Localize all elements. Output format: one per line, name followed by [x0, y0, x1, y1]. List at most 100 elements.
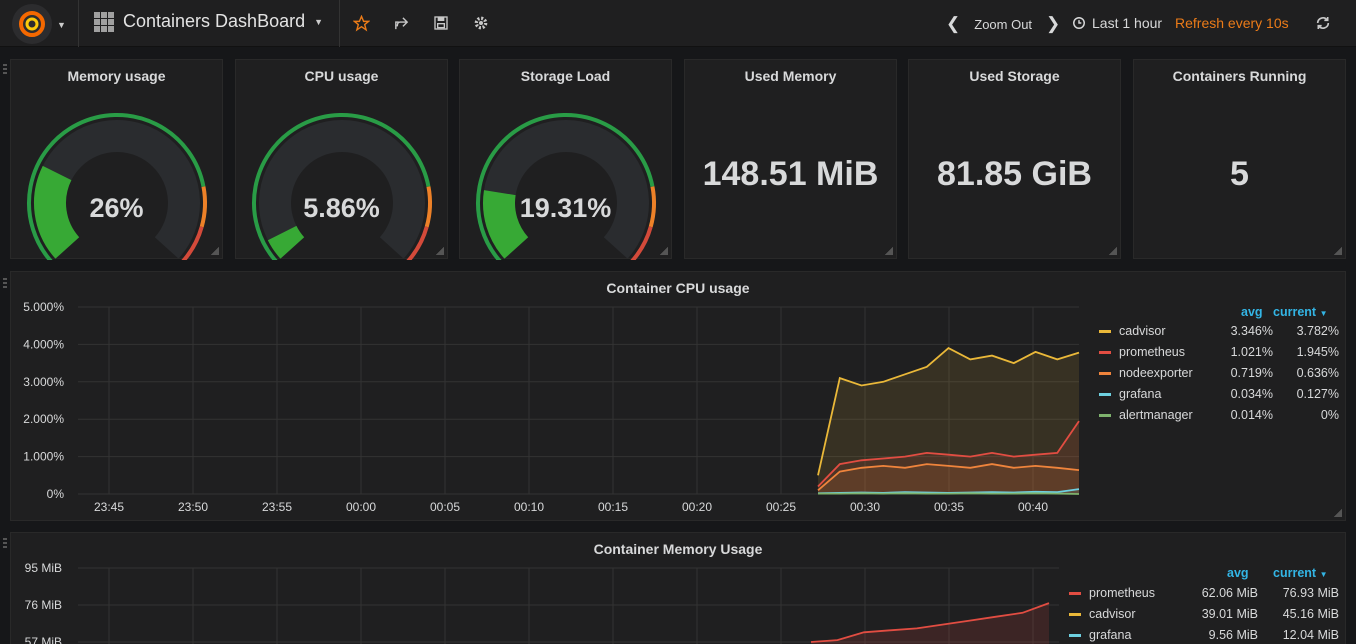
- resize-handle[interactable]: [1334, 247, 1342, 255]
- legend-swatch: [1069, 613, 1081, 616]
- legend-avg-header[interactable]: avg: [1241, 305, 1263, 319]
- legend-swatch: [1099, 393, 1111, 396]
- legend-item[interactable]: nodeexporter 0.719% 0.636%: [1099, 363, 1339, 384]
- x-tick-label: 23:50: [178, 500, 208, 514]
- legend-avg-header[interactable]: avg: [1227, 566, 1249, 580]
- grafana-logo-icon[interactable]: [12, 4, 52, 44]
- gauge: [252, 113, 432, 260]
- zoom-out-button[interactable]: Zoom Out: [974, 17, 1032, 32]
- legend-avg-value: 1.021%: [1230, 345, 1273, 359]
- time-range-label: Last 1 hour: [1092, 15, 1163, 31]
- legend-current-header[interactable]: current ▼: [1273, 566, 1327, 580]
- legend-item[interactable]: prometheus 62.06 MiB 76.93 MiB: [1069, 583, 1339, 604]
- memory-legend: prometheus 62.06 MiB 76.93 MiB cadvisor …: [1069, 583, 1339, 644]
- cpu-legend: cadvisor 3.346% 3.782% prometheus 1.021%…: [1099, 321, 1339, 431]
- refresh-icon[interactable]: [1313, 13, 1333, 33]
- divider: [78, 0, 79, 47]
- legend-item[interactable]: cadvisor 39.01 MiB 45.16 MiB: [1069, 604, 1339, 625]
- container-memory-usage-panel: Container Memory Usage 95 MiB 76 MiB 57 Mi…: [10, 532, 1346, 644]
- legend-swatch: [1099, 372, 1111, 375]
- legend-item[interactable]: cadvisor 3.346% 3.782%: [1099, 321, 1339, 342]
- storage-load-panel: Storage Load 19.31%: [459, 59, 672, 260]
- resize-handle[interactable]: [660, 247, 668, 255]
- legend-current-value: 3.782%: [1296, 324, 1339, 338]
- legend-series-name: alertmanager: [1119, 408, 1193, 422]
- legend-item[interactable]: alertmanager 0.014% 0%: [1099, 405, 1339, 426]
- legend-item[interactable]: grafana 9.56 MiB 12.04 MiB: [1069, 625, 1339, 644]
- x-tick-label: 00:10: [514, 500, 544, 514]
- legend-current-header[interactable]: current ▼: [1273, 305, 1327, 319]
- panel-title: Used Storage: [969, 68, 1060, 84]
- row-handle[interactable]: [3, 538, 7, 552]
- legend-swatch: [1099, 351, 1111, 354]
- caret-down-icon: ▼: [1319, 570, 1328, 579]
- x-tick-label: 23:55: [262, 500, 292, 514]
- legend-avg-value: 0.034%: [1230, 387, 1273, 401]
- chevron-right-icon[interactable]: ❯: [1046, 14, 1060, 34]
- divider: [339, 0, 340, 47]
- cpu-line-chart[interactable]: 5.000% 4.000% 3.000% 2.000% 1.000% 0% 23:45 23:…: [11, 272, 1091, 522]
- legend-current-value: 0.127%: [1296, 387, 1339, 401]
- panel-title: Containers Running: [1172, 68, 1307, 84]
- legend-item[interactable]: grafana 0.034% 0.127%: [1099, 384, 1339, 405]
- x-tick-label: 00:00: [346, 500, 376, 514]
- resize-handle[interactable]: [1109, 247, 1117, 255]
- legend-avg-value: 3.346%: [1230, 324, 1273, 338]
- resize-handle[interactable]: [885, 247, 893, 255]
- container-cpu-usage-panel: Container CPU usage 5.000% 4.000% 3.000% 2.…: [10, 271, 1346, 521]
- legend-avg-value: 9.56 MiB: [1208, 628, 1258, 642]
- row-handle[interactable]: [3, 64, 7, 78]
- y-tick-label: 1.000%: [23, 450, 64, 464]
- share-icon[interactable]: [391, 13, 411, 33]
- x-tick-label: 00:20: [682, 500, 712, 514]
- x-tick-label: 00:40: [1018, 500, 1048, 514]
- gauge-value: 5.86%: [303, 193, 380, 223]
- x-tick-label: 00:25: [766, 500, 796, 514]
- gauge: [27, 113, 207, 260]
- y-tick-label: 5.000%: [23, 300, 64, 314]
- legend-series-name: cadvisor: [1119, 324, 1166, 338]
- gauge-fill: [267, 225, 305, 259]
- legend-swatch: [1099, 330, 1111, 333]
- caret-down-icon[interactable]: ▼: [57, 20, 66, 30]
- y-tick-label: 76 MiB: [25, 598, 62, 612]
- used-memory-panel: Used Memory 148.51 MiB: [684, 59, 897, 259]
- dashboard-title-dropdown[interactable]: Containers DashBoard ▼: [94, 11, 323, 32]
- row-handle[interactable]: [3, 278, 7, 292]
- legend-current-value: 0%: [1320, 408, 1339, 422]
- legend-item[interactable]: prometheus 1.021% 1.945%: [1099, 342, 1339, 363]
- legend-series-name: grafana: [1119, 387, 1162, 401]
- legend-series-name: nodeexporter: [1119, 366, 1193, 380]
- legend-current-value: 1.945%: [1296, 345, 1339, 359]
- legend-current-value: 0.636%: [1296, 366, 1339, 380]
- legend-avg-value: 39.01 MiB: [1201, 607, 1258, 621]
- gear-icon[interactable]: [471, 13, 491, 33]
- resize-handle[interactable]: [211, 247, 219, 255]
- resize-handle[interactable]: [436, 247, 444, 255]
- chevron-left-icon[interactable]: ❮: [946, 14, 960, 34]
- memory-line-chart[interactable]: 95 MiB 76 MiB 57 MiB: [11, 533, 1071, 644]
- time-range-picker[interactable]: Last 1 hour: [1072, 15, 1162, 31]
- star-icon[interactable]: [351, 13, 371, 33]
- panel-title: Used Memory: [744, 68, 837, 84]
- y-tick-label: 3.000%: [23, 375, 64, 389]
- used-storage-panel: Used Storage 81.85 GiB: [908, 59, 1121, 259]
- save-icon[interactable]: [431, 13, 451, 33]
- y-tick-label: 95 MiB: [25, 561, 62, 575]
- resize-handle[interactable]: [1334, 509, 1342, 517]
- legend-series-name: prometheus: [1119, 345, 1186, 359]
- x-tick-label: 00:30: [850, 500, 880, 514]
- legend-avg-value: 0.719%: [1230, 366, 1273, 380]
- refresh-interval[interactable]: Refresh every 10s: [1175, 15, 1289, 31]
- x-tick-label: 00:15: [598, 500, 628, 514]
- stat-value: 148.51 MiB: [702, 155, 879, 193]
- legend-current-value: 45.16 MiB: [1282, 607, 1339, 621]
- stat-value: 81.85 GiB: [937, 155, 1092, 193]
- legend-series-name: cadvisor: [1089, 607, 1136, 621]
- clock-icon: [1073, 17, 1085, 29]
- caret-down-icon: ▼: [314, 16, 324, 27]
- zoom-controls: ❮ Zoom Out ❯: [946, 14, 1060, 34]
- legend-series-name: prometheus: [1089, 586, 1156, 600]
- memory-usage-panel: Memory usage 26%: [10, 59, 223, 260]
- dashboard-grid-icon: [94, 11, 114, 32]
